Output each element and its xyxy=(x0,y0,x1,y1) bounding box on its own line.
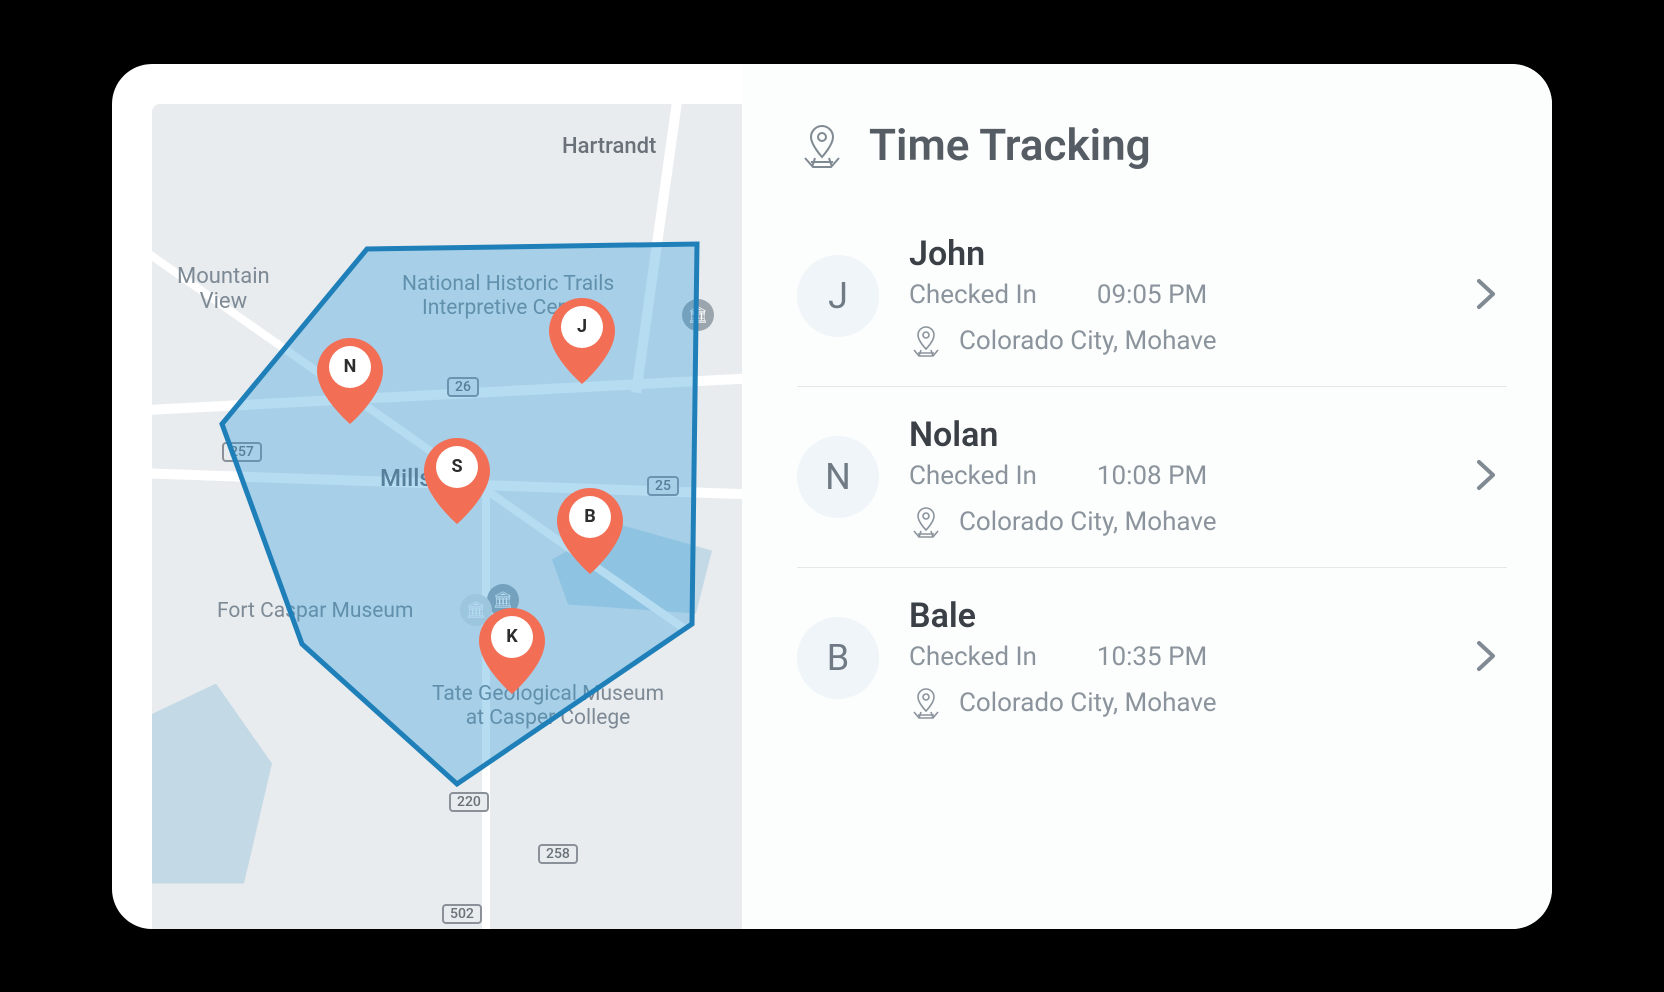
entry-status-row: Checked In 10:08 PM xyxy=(909,461,1435,491)
entry-location: Colorado City, Mohave xyxy=(909,505,1435,539)
entries-list: J John Checked In 09:05 PM Colorado City… xyxy=(797,206,1507,748)
entry-status-row: Checked In 10:35 PM xyxy=(909,642,1435,672)
entry-location: Colorado City, Mohave xyxy=(909,324,1435,358)
entry-time: 10:35 PM xyxy=(1097,642,1207,672)
tracking-entry[interactable]: B Bale Checked In 10:35 PM Colorado City… xyxy=(797,568,1507,748)
entry-name: John xyxy=(909,234,1435,274)
map-pin-k[interactable]: K xyxy=(479,608,545,694)
pin-label: B xyxy=(569,496,611,538)
entry-time: 10:08 PM xyxy=(1097,461,1207,491)
entry-location: Colorado City, Mohave xyxy=(909,686,1435,720)
map-pin-icon xyxy=(797,120,847,170)
entry-location-text: Colorado City, Mohave xyxy=(959,688,1217,718)
entry-body: Bale Checked In 10:35 PM Colorado City, … xyxy=(909,596,1435,720)
map-pin-s[interactable]: S xyxy=(424,438,490,524)
location-icon xyxy=(909,686,943,720)
avatar: J xyxy=(797,255,879,337)
pin-label: N xyxy=(329,346,371,388)
entry-time: 09:05 PM xyxy=(1097,280,1207,310)
map-pin-j[interactable]: J xyxy=(549,298,615,384)
panel-title: Time Tracking xyxy=(869,119,1151,171)
tracking-panel: Time Tracking J John Checked In 09:05 PM… xyxy=(742,64,1552,929)
entry-location-text: Colorado City, Mohave xyxy=(959,507,1217,537)
entry-body: John Checked In 09:05 PM Colorado City, … xyxy=(909,234,1435,358)
tracking-entry[interactable]: J John Checked In 09:05 PM Colorado City… xyxy=(797,206,1507,387)
tracking-header: Time Tracking xyxy=(797,119,1507,171)
time-tracking-card: Hartrandt Mountain View National Histori… xyxy=(112,64,1552,929)
entry-status-row: Checked In 09:05 PM xyxy=(909,280,1435,310)
map-panel[interactable]: Hartrandt Mountain View National Histori… xyxy=(152,104,742,929)
map-pin-b[interactable]: B xyxy=(557,488,623,574)
chevron-right-icon[interactable] xyxy=(1465,448,1507,506)
tracking-entry[interactable]: N Nolan Checked In 10:08 PM Colorado Cit… xyxy=(797,387,1507,568)
avatar: B xyxy=(797,617,879,699)
entry-name: Bale xyxy=(909,596,1435,636)
entry-status: Checked In xyxy=(909,642,1037,672)
entry-location-text: Colorado City, Mohave xyxy=(959,326,1217,356)
entry-status: Checked In xyxy=(909,280,1037,310)
location-icon xyxy=(909,505,943,539)
pin-label: S xyxy=(436,446,478,488)
chevron-right-icon[interactable] xyxy=(1465,267,1507,325)
pin-label: K xyxy=(491,616,533,658)
entry-name: Nolan xyxy=(909,415,1435,455)
map-pin-n[interactable]: N xyxy=(317,338,383,424)
entry-body: Nolan Checked In 10:08 PM Colorado City,… xyxy=(909,415,1435,539)
entry-status: Checked In xyxy=(909,461,1037,491)
location-icon xyxy=(909,324,943,358)
avatar: N xyxy=(797,436,879,518)
pin-label: J xyxy=(561,306,603,348)
chevron-right-icon[interactable] xyxy=(1465,629,1507,687)
